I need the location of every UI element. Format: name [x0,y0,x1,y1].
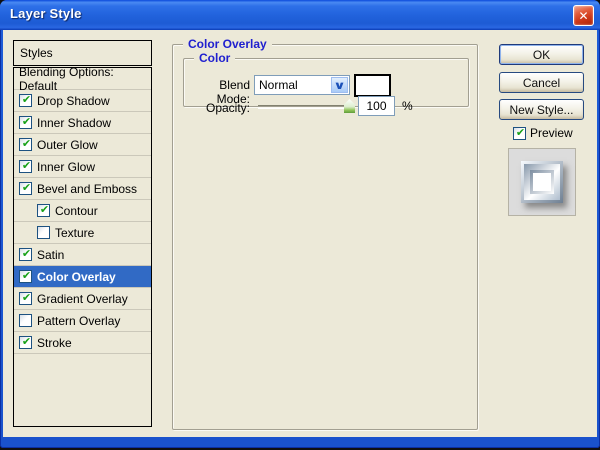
style-preview-thumbnail [508,148,576,216]
preview-option: ✔ Preview [513,126,573,140]
close-icon: ✕ [578,9,589,23]
item-checkbox[interactable]: ✔ [37,204,50,217]
window-title: Layer Style [10,6,82,21]
sidebar-item-label: Pattern Overlay [37,313,121,328]
check-icon: ✔ [39,204,50,216]
sidebar-item-label: Inner Shadow [37,115,112,130]
item-checkbox[interactable]: ✔ [19,94,32,107]
sidebar-item-texture[interactable]: Texture [14,222,151,244]
item-checkbox[interactable]: ✔ [19,138,32,151]
item-checkbox[interactable]: ✔ [19,182,32,195]
color-overlay-group-title: Color Overlay [183,37,272,52]
item-checkbox[interactable]: ✔ [19,292,32,305]
check-icon: ✔ [21,292,32,304]
preview-bevel-square [521,161,563,203]
color-swatch[interactable] [354,74,391,97]
dropdown-arrow-icon[interactable]: ∨ [331,77,348,93]
sidebar-item-blending-options-default[interactable]: Blending Options: Default [14,67,151,93]
item-checkbox[interactable]: ✔ [19,336,32,349]
sidebar-item-label: Outer Glow [37,137,98,152]
sidebar-item-outer-glow[interactable]: ✔ Outer Glow [14,134,151,156]
sidebar-item-bevel-and-emboss[interactable]: ✔ Bevel and Emboss [14,178,151,200]
preview-checkbox[interactable]: ✔ [513,126,526,140]
title-bar[interactable]: Layer Style ✕ [0,0,600,30]
check-icon: ✔ [21,248,32,260]
blend-mode-select[interactable]: Normal ∨ [254,75,350,95]
sidebar-item-label: Inner Glow [37,159,96,174]
opacity-slider-track[interactable] [258,105,350,109]
styles-header-label: Styles [20,46,53,60]
sidebar-item-stroke[interactable]: ✔ Stroke [14,332,151,354]
new-style-button[interactable]: New Style... [499,99,584,120]
item-checkbox[interactable] [37,226,50,239]
check-icon: ✔ [21,160,32,172]
item-checkbox[interactable]: ✔ [19,248,32,261]
layer-style-dialog: Layer Style ✕ Styles Blending Options: D… [0,0,600,448]
styles-header[interactable]: Styles [13,40,152,66]
opacity-label: Opacity: [205,101,250,115]
sidebar-item-satin[interactable]: ✔ Satin [14,244,151,266]
sidebar-item-color-overlay[interactable]: ✔ Color Overlay [14,266,151,288]
ok-button[interactable]: OK [499,44,584,65]
item-checkbox[interactable] [19,314,32,327]
check-icon: ✔ [21,94,32,106]
sidebar-item-label: Blending Options: Default [19,67,114,93]
sidebar-item-label: Contour [55,203,98,218]
sidebar-item-gradient-overlay[interactable]: ✔ Gradient Overlay [14,288,151,310]
blend-mode-value: Normal [259,78,298,92]
opacity-slider-thumb[interactable] [344,99,355,113]
cancel-button[interactable]: Cancel [499,72,584,93]
sidebar-item-label: Color Overlay [37,269,116,284]
color-overlay-group: Color Overlay Color Blend Mode: Normal ∨… [172,37,478,430]
check-icon: ✔ [21,138,32,150]
check-icon: ✔ [21,116,32,128]
sidebar-item-label: Drop Shadow [37,93,110,108]
sidebar-item-label: Satin [37,247,65,262]
opacity-input[interactable] [358,96,395,116]
sidebar-item-pattern-overlay[interactable]: Pattern Overlay [14,310,151,332]
sidebar-item-label: Bevel and Emboss [37,181,138,196]
check-icon: ✔ [21,270,32,282]
sidebar-item-label: Texture [55,225,95,240]
opacity-percent-label: % [402,99,413,113]
sidebar-item-drop-shadow[interactable]: ✔ Drop Shadow [14,90,151,112]
color-group: Color Blend Mode: Normal ∨ Opacity: % [183,51,469,116]
color-group-title: Color [194,51,236,66]
item-checkbox[interactable]: ✔ [19,160,32,173]
sidebar-item-inner-glow[interactable]: ✔ Inner Glow [14,156,151,178]
preview-label: Preview [530,126,573,140]
item-checkbox[interactable]: ✔ [19,270,32,283]
close-button[interactable]: ✕ [573,5,594,26]
check-icon: ✔ [21,182,32,194]
styles-list: Blending Options: Default ✔ Drop Shadow … [13,67,152,427]
sidebar-item-label: Gradient Overlay [37,291,128,306]
check-icon: ✔ [21,336,32,348]
sidebar-item-contour[interactable]: ✔ Contour [14,200,151,222]
sidebar-item-inner-shadow[interactable]: ✔ Inner Shadow [14,112,151,134]
check-icon: ✔ [515,126,526,139]
sidebar-item-label: Stroke [37,335,72,350]
dialog-body: Styles Blending Options: Default ✔ Drop … [3,30,597,437]
item-checkbox[interactable]: ✔ [19,116,32,129]
